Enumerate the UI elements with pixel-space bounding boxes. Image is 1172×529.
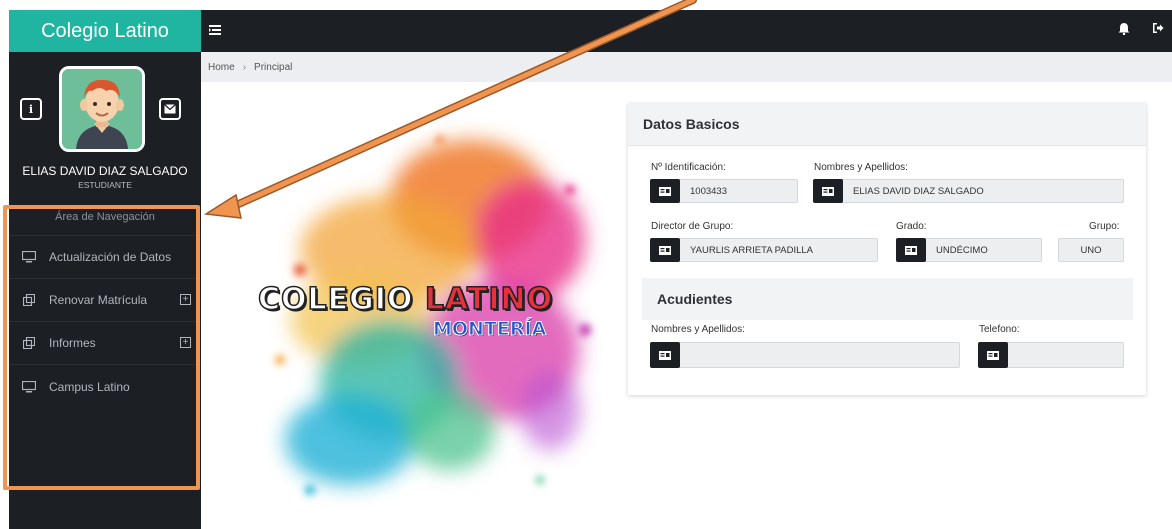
acudientes-title: Acudientes [642,278,1133,320]
sidebar-item-renovar[interactable]: Renovar Matrícula + [9,279,201,322]
id-field[interactable]: 1003433 [650,179,798,203]
mail-icon[interactable] [159,98,181,120]
id-card-icon [978,342,1008,368]
grupo-field[interactable]: UNO [1058,238,1124,262]
acudiente-name-field[interactable] [650,342,960,368]
grado-field[interactable]: UNDÉCIMO [896,238,1042,262]
sidebar-item-campus[interactable]: Campus Latino [9,365,201,408]
avatar [59,66,145,152]
sidebar-item-label: Actualización de Datos [49,250,172,264]
datos-basicos-title: Datos Basicos [628,103,1146,146]
id-card-icon [650,238,680,262]
id-card-icon [813,179,843,203]
brand-title[interactable]: Colegio Latino [9,10,201,52]
school-logo-subtext: MONTERÍA [432,318,547,341]
id-value: 1003433 [690,185,727,197]
app-frame: Colegio Latino i ELIAS DAVID DIAZ SALGAD… [0,0,1172,529]
breadcrumb-home[interactable]: Home [208,62,235,73]
menu-toggle-icon[interactable] [209,24,221,38]
breadcrumb: Home › Principal [201,52,1172,82]
director-field[interactable]: YAURLIS ARRIETA PADILLA [650,238,878,262]
breadcrumb-current: Principal [254,61,293,73]
sidebar-item-label: Renovar Matrícula [49,293,148,307]
director-value: YAURLIS ARRIETA PADILLA [690,244,814,256]
telefono-field[interactable] [978,342,1124,368]
expand-icon[interactable]: + [180,337,191,348]
sidebar-item-label: Campus Latino [49,379,130,394]
grado-label: Grado: [896,221,927,232]
chevron-right-icon: › [242,61,247,73]
sidebar-item-label: Informes [49,336,96,350]
info-icon[interactable]: i [20,98,42,120]
copy-icon [21,294,37,306]
bell-icon[interactable] [1118,22,1130,38]
school-logo-text: COLEGIO LATINO [257,281,554,318]
profile-card: i ELIAS DAVID DIAZ SALGADO ESTUDIANTE [9,52,201,198]
grupo-value: UNO [1080,244,1102,256]
id-card-icon [896,238,926,262]
sidebar: Colegio Latino i ELIAS DAVID DIAZ SALGAD… [9,10,201,529]
monitor-icon [21,251,37,263]
id-card-icon [650,342,680,368]
name-field[interactable]: ELIAS DAVID DIAZ SALGADO [813,179,1124,203]
grupo-label: Grupo: [1089,221,1120,232]
id-label: Nº Identificación: [651,162,726,173]
sidebar-item-actualizacion[interactable]: Actualización de Datos [9,236,201,279]
copy-icon [21,337,37,349]
grado-value: UNDÉCIMO [936,244,988,256]
monitor-icon [21,380,37,393]
expand-icon[interactable]: + [180,294,191,305]
user-name: ELIAS DAVID DIAZ SALGADO [22,164,188,178]
id-card-icon [650,179,680,203]
telefono-label: Telefono: [979,324,1020,335]
logout-icon[interactable] [1152,22,1164,37]
director-label: Director de Grupo: [651,221,734,232]
name-value: ELIAS DAVID DIAZ SALGADO [853,185,984,197]
user-role: ESTUDIANTE [78,180,132,190]
acudiente-name-label: Nombres y Apellidos: [651,324,745,335]
nav-title: Área de Navegación [9,198,201,236]
name-label: Nombres y Apellidos: [814,162,908,173]
sidebar-item-informes[interactable]: Informes + [9,322,201,365]
student-data-panel: Datos Basicos Nº Identificación: 1003433… [628,103,1146,395]
top-bar [201,10,1172,52]
